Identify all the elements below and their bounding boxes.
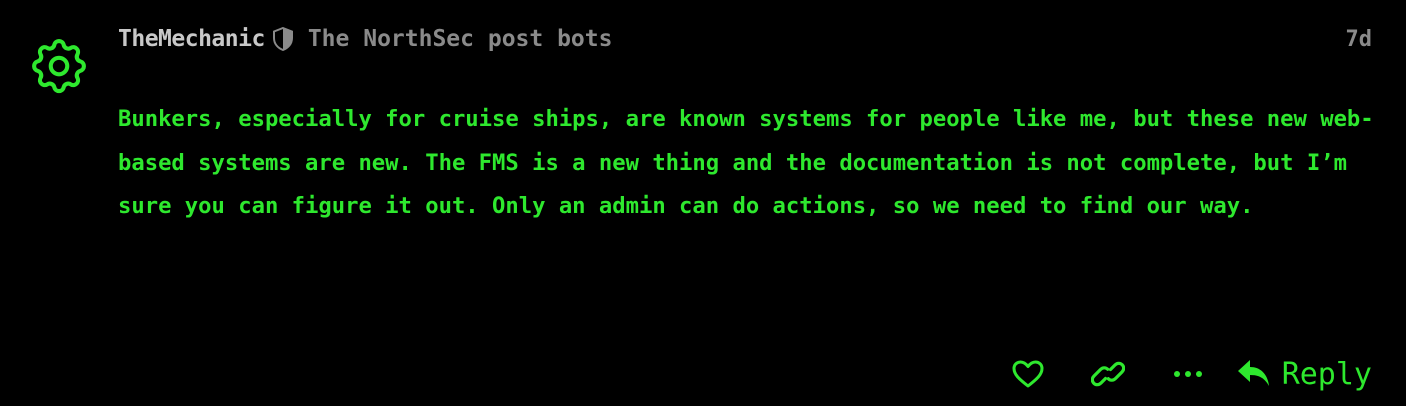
post-body: Bunkers, especially for cruise ships, ar…	[118, 106, 1374, 220]
post-header: TheMechanic The NorthSec post bots 7d	[118, 24, 1372, 54]
heart-icon	[1012, 360, 1044, 388]
post-actions: Reply	[1008, 350, 1372, 398]
gear-icon	[32, 39, 86, 94]
post: TheMechanic The NorthSec post bots 7d Bu…	[0, 0, 1406, 406]
link-icon	[1090, 361, 1125, 387]
ellipsis-icon	[1173, 371, 1202, 377]
like-button[interactable]	[1008, 359, 1048, 389]
post-date[interactable]: 7d	[1346, 27, 1373, 52]
avatar[interactable]	[26, 33, 92, 99]
more-button[interactable]	[1168, 370, 1208, 378]
group-name[interactable]: The NorthSec post bots	[308, 26, 613, 52]
reply-button[interactable]: Reply	[1236, 357, 1372, 392]
username[interactable]: TheMechanic	[118, 26, 265, 52]
reply-icon	[1237, 360, 1269, 386]
reply-label: Reply	[1281, 356, 1372, 392]
shield-icon	[272, 26, 294, 52]
copy-link-button[interactable]	[1088, 360, 1128, 388]
